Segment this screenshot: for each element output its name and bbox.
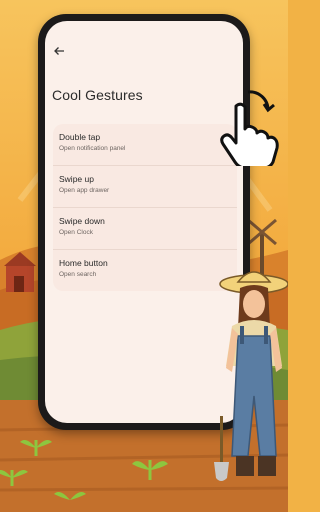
page-title: Cool Gestures [52,87,143,103]
list-item-title: Home button [59,258,108,268]
list-item-title: Swipe up [59,174,94,184]
list-item-swipe-down[interactable]: Swipe down Open Clock [53,207,237,249]
list-item-subtitle: Open search [59,271,97,278]
tap-hand-icon [220,90,279,166]
list-item-title: Swipe down [59,216,105,226]
list-item-subtitle: Open notification panel [59,145,126,152]
arrow-left-icon[interactable] [53,43,73,63]
barn-illustration [4,252,36,292]
list-item-subtitle: Open app drawer [59,187,110,194]
list-item-swipe-up[interactable]: Swipe up Open app drawer [53,165,237,207]
farmer-illustration [214,271,288,481]
gesture-list: Double tap Open notification panel Swipe… [53,124,237,291]
list-item-home-button[interactable]: Home button Open search [53,249,237,291]
list-item-subtitle: Open Clock [59,229,93,236]
list-item-title: Double tap [59,132,101,142]
list-item-double-tap[interactable]: Double tap Open notification panel [53,124,237,165]
